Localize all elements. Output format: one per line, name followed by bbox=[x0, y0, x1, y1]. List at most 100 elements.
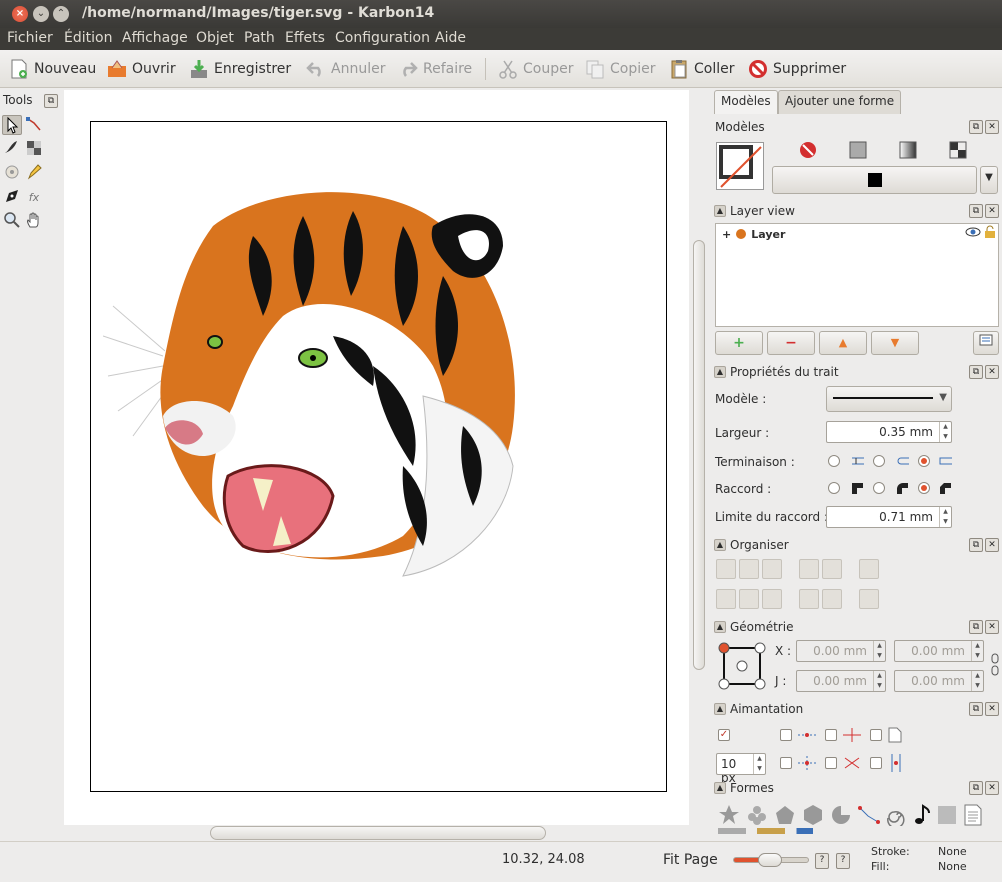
calligraphy-tool[interactable] bbox=[2, 139, 22, 159]
models-close-button[interactable]: ✕ bbox=[985, 120, 999, 134]
height-input[interactable]: 0.00 mm ▲ ▼ bbox=[894, 670, 984, 692]
spin-arrows[interactable]: ▲ ▼ bbox=[873, 641, 885, 661]
align-hcenter-icon[interactable] bbox=[739, 559, 759, 579]
hexagon-shape-icon[interactable] bbox=[802, 804, 824, 826]
align-left-icon[interactable] bbox=[716, 559, 736, 579]
group-icon[interactable] bbox=[859, 559, 879, 579]
join-bevel-radio[interactable] bbox=[918, 482, 930, 494]
lock-icon[interactable] bbox=[984, 225, 996, 239]
tab-ajouter-forme[interactable]: Ajouter une forme bbox=[778, 90, 902, 114]
menu-affichage[interactable]: Affichage bbox=[122, 30, 188, 46]
spin-arrows[interactable]: ▲ ▼ bbox=[939, 507, 951, 527]
copy-button[interactable]: Copier bbox=[584, 56, 656, 82]
menu-effets[interactable]: Effets bbox=[285, 30, 325, 46]
line-style-select[interactable]: ▼ bbox=[826, 386, 952, 412]
vertical-scroll-thumb[interactable] bbox=[693, 240, 705, 670]
spin-arrows[interactable]: ▲ ▼ bbox=[971, 641, 983, 661]
stroke-props-float-button[interactable]: ⧉ bbox=[969, 365, 983, 379]
menu-objet[interactable]: Objet bbox=[196, 30, 234, 46]
ungroup-icon[interactable] bbox=[859, 589, 879, 609]
snap-grid-checkbox[interactable] bbox=[780, 729, 792, 741]
eye-visibility-icon[interactable] bbox=[965, 226, 981, 238]
shapes-header[interactable]: ▲ Formes bbox=[714, 779, 774, 797]
raise-layer-button[interactable]: ▲ bbox=[819, 331, 867, 355]
align-bottom-icon[interactable] bbox=[762, 589, 782, 609]
organise-header[interactable]: ▲ Organiser bbox=[714, 536, 789, 554]
spin-arrows[interactable]: ▲ ▼ bbox=[753, 754, 765, 774]
pan-tool[interactable] bbox=[24, 211, 44, 231]
shapes-close-button[interactable]: ✕ bbox=[985, 781, 999, 795]
bring-front-icon[interactable] bbox=[822, 559, 842, 579]
pie-shape-icon[interactable] bbox=[830, 804, 852, 826]
shapes-float-button[interactable]: ⧉ bbox=[969, 781, 983, 795]
tools-float-button[interactable]: ⧉ bbox=[44, 94, 58, 108]
canvas-area[interactable] bbox=[64, 90, 689, 825]
new-button[interactable]: Nouveau bbox=[8, 56, 96, 82]
color-dropdown-button[interactable]: ▼ bbox=[980, 166, 998, 194]
align-vcenter-icon[interactable] bbox=[739, 589, 759, 609]
maximize-window-button[interactable]: ⌃ bbox=[53, 6, 69, 22]
menu-fichier[interactable]: Fichier bbox=[7, 30, 53, 46]
open-button[interactable]: Ouvrir bbox=[106, 56, 176, 82]
tab-modeles[interactable]: Modèles bbox=[714, 90, 778, 114]
close-window-button[interactable]: × bbox=[12, 6, 28, 22]
snap-intersect-checkbox[interactable] bbox=[825, 757, 837, 769]
width-input[interactable]: 0.00 mm ▲ ▼ bbox=[894, 640, 984, 662]
join-miter-radio[interactable] bbox=[828, 482, 840, 494]
save-button[interactable]: Enregistrer bbox=[188, 56, 291, 82]
undo-button[interactable]: Annuler bbox=[305, 56, 385, 82]
help-button-2[interactable]: ? bbox=[836, 853, 850, 869]
snap-distance-input[interactable]: 10 px ▲ ▼ bbox=[716, 753, 766, 785]
horizontal-scroll-thumb[interactable] bbox=[210, 826, 546, 840]
geometry-close-button[interactable]: ✕ bbox=[985, 620, 999, 634]
menu-aide[interactable]: Aide bbox=[435, 30, 466, 46]
anchor-point-selector[interactable] bbox=[716, 640, 768, 692]
solid-fill-icon[interactable] bbox=[848, 140, 868, 160]
miter-limit-input[interactable]: 0.71 mm ▲ ▼ bbox=[826, 506, 952, 528]
path-shape-icon[interactable] bbox=[858, 804, 880, 826]
layer-view-float-button[interactable]: ⧉ bbox=[969, 204, 983, 218]
cut-button[interactable]: Couper bbox=[497, 56, 573, 82]
cap-round-radio[interactable] bbox=[873, 455, 885, 467]
horizontal-scrollbar[interactable] bbox=[64, 825, 689, 841]
spin-arrows[interactable]: ▲ ▼ bbox=[873, 671, 885, 691]
models-float-button[interactable]: ⧉ bbox=[969, 120, 983, 134]
delete-button[interactable]: Supprimer bbox=[747, 56, 846, 82]
send-back-icon[interactable] bbox=[822, 589, 842, 609]
path-edit-tool[interactable] bbox=[24, 115, 44, 135]
stroke-props-header[interactable]: ▲ Propriétés du trait bbox=[714, 363, 839, 381]
join-round-radio[interactable] bbox=[873, 482, 885, 494]
pattern-tool[interactable] bbox=[24, 139, 44, 159]
effects-tool[interactable]: fx bbox=[24, 187, 44, 207]
snap-extension-checkbox[interactable] bbox=[870, 757, 882, 769]
menu-edition[interactable]: Édition bbox=[64, 30, 112, 46]
tiger-artwork[interactable] bbox=[103, 166, 523, 596]
spin-arrows[interactable]: ▲ ▼ bbox=[939, 422, 951, 442]
redo-button[interactable]: Refaire bbox=[397, 56, 472, 82]
pen-tool[interactable] bbox=[2, 187, 22, 207]
remove-layer-button[interactable]: − bbox=[767, 331, 815, 355]
document-page[interactable] bbox=[90, 121, 667, 792]
layer-row[interactable]: + Layer bbox=[722, 226, 785, 242]
align-right-icon[interactable] bbox=[762, 559, 782, 579]
menu-path[interactable]: Path bbox=[244, 30, 275, 46]
help-button-1[interactable]: ? bbox=[815, 853, 829, 869]
gradient-tool[interactable] bbox=[2, 163, 22, 183]
organise-float-button[interactable]: ⧉ bbox=[969, 538, 983, 552]
rectangle-shape-icon[interactable] bbox=[936, 804, 958, 826]
minimize-window-button[interactable]: ⌄ bbox=[33, 6, 49, 22]
text-document-icon[interactable] bbox=[962, 804, 984, 826]
pencil-tool[interactable] bbox=[24, 163, 44, 183]
layer-view-header[interactable]: ▲ Layer view bbox=[714, 202, 795, 220]
pentagon-shape-icon[interactable] bbox=[774, 804, 796, 826]
snap-node-checkbox[interactable] bbox=[780, 757, 792, 769]
send-backward-icon[interactable] bbox=[799, 589, 819, 609]
chain-link-icon[interactable] bbox=[990, 652, 1000, 678]
stroke-width-input[interactable]: 0.35 mm ▲ ▼ bbox=[826, 421, 952, 443]
snap-float-button[interactable]: ⧉ bbox=[969, 702, 983, 716]
zoom-mode[interactable]: Fit Page bbox=[663, 852, 718, 868]
flower-shape-icon[interactable] bbox=[746, 804, 768, 826]
music-note-icon[interactable] bbox=[912, 804, 934, 826]
no-fill-icon[interactable] bbox=[798, 140, 818, 160]
spin-arrows[interactable]: ▲ ▼ bbox=[971, 671, 983, 691]
